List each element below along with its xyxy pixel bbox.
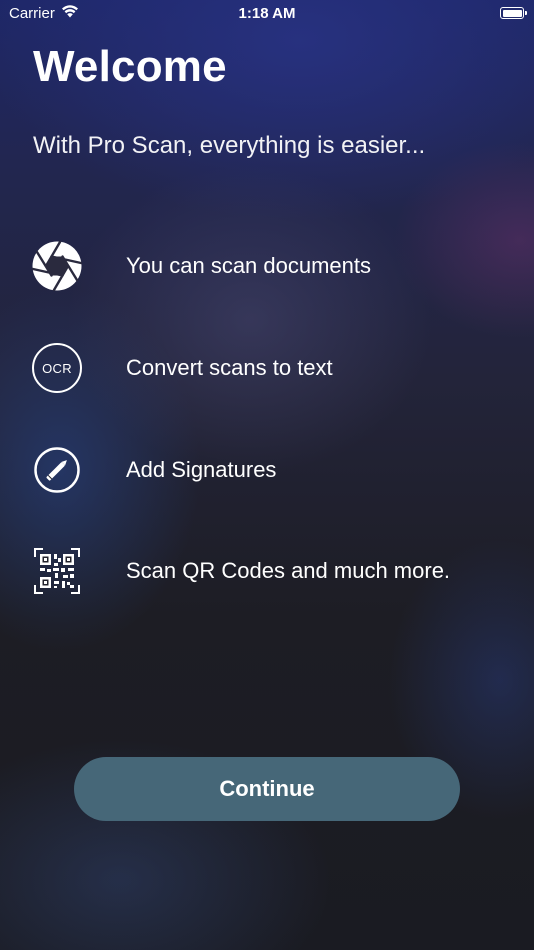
- feature-label: Add Signatures: [126, 457, 277, 482]
- qr-code-icon: [30, 544, 84, 598]
- status-bar: Carrier 1:18 AM: [0, 0, 534, 30]
- feature-scan-documents: You can scan documents: [30, 238, 520, 294]
- feature-qr-codes: Scan QR Codes and much more.: [30, 543, 520, 599]
- feature-label: Scan QR Codes and much more.: [126, 558, 451, 583]
- ocr-badge-text: OCR: [32, 343, 82, 393]
- battery-icon: [500, 7, 527, 19]
- feature-label: You can scan documents: [126, 253, 372, 278]
- camera-shutter-icon: [30, 239, 84, 293]
- page-subtitle: With Pro Scan, everything is easier...: [33, 132, 426, 159]
- page-title: Welcome: [33, 42, 227, 91]
- pencil-icon: [30, 443, 84, 497]
- status-time: 1:18 AM: [238, 5, 296, 22]
- feature-label: Convert scans to text: [126, 355, 333, 380]
- feature-ocr: OCR Convert scans to text: [30, 340, 520, 396]
- continue-button[interactable]: Continue: [74, 757, 460, 821]
- feature-signatures: Add Signatures: [30, 442, 520, 498]
- ocr-icon: OCR: [30, 341, 84, 395]
